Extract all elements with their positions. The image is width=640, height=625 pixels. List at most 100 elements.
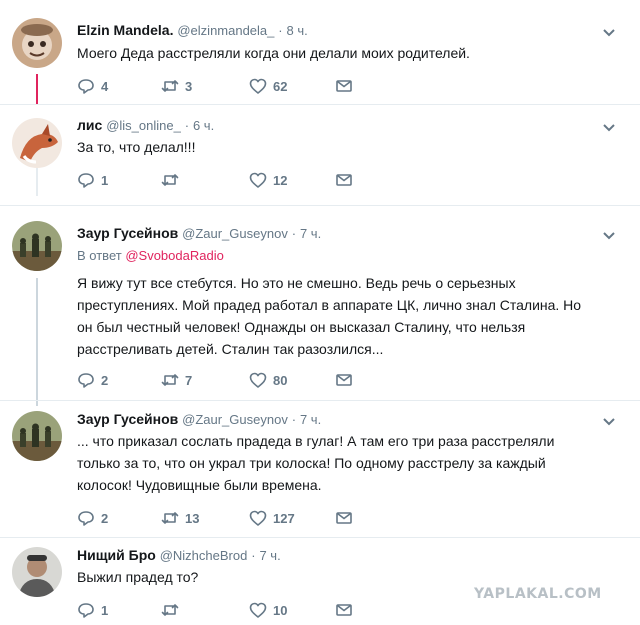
reply-button[interactable]: 1	[77, 601, 108, 619]
tweet-thread: Elzin Mandela. @elzinmandela_ · 8 ч. Мое…	[0, 0, 640, 625]
display-name[interactable]: лис	[77, 117, 102, 133]
retweet-count: 7	[185, 372, 193, 388]
like-count: 80	[273, 372, 288, 388]
reply-button[interactable]: 4	[77, 77, 108, 95]
user-handle[interactable]: @elzinmandela_	[177, 23, 274, 38]
avatar[interactable]	[12, 221, 62, 271]
like-button[interactable]: 127	[249, 509, 295, 527]
retweet-icon	[161, 174, 179, 186]
like-button[interactable]: 12	[249, 171, 287, 189]
display-name[interactable]: Заур Гусейнов	[77, 225, 178, 241]
tweet-text-line: колосок! Чудовищные были времена.	[77, 477, 322, 493]
tweet-text: Я вижу тут все стебутся. Но это не смешн…	[77, 272, 617, 360]
like-button[interactable]: 80	[249, 371, 287, 389]
timestamp[interactable]: 6 ч.	[193, 118, 214, 133]
reply-context: В ответ @SvobodaRadio	[77, 248, 224, 263]
tweet[interactable]: лис @lis_online_ · 6 ч. За то, что делал…	[0, 104, 640, 200]
retweet-count: 13	[185, 510, 200, 526]
tweet-header: Заур Гусейнов @Zaur_Guseynov · 7 ч.	[77, 411, 321, 427]
retweet-icon	[161, 374, 179, 386]
timestamp[interactable]: 7 ч.	[300, 226, 321, 241]
direct-message-icon	[336, 604, 352, 616]
reply-count: 2	[101, 372, 109, 388]
retweet-button[interactable]: 7	[161, 371, 192, 389]
user-handle[interactable]: @Zaur_Guseynov	[182, 226, 288, 241]
tweet-text-line: За то, что делал!!!	[77, 139, 196, 155]
chevron-down-icon[interactable]	[602, 121, 616, 135]
avatar[interactable]	[12, 411, 62, 461]
tweet[interactable]: Заур Гусейнов @Zaur_Guseynov · 7 ч. ... …	[0, 400, 640, 535]
tweet[interactable]: Нищий Бро @NizhcheBrod · 7 ч. Выжил прад…	[0, 537, 640, 625]
direct-message-icon	[336, 174, 352, 186]
like-count: 127	[273, 510, 295, 526]
like-count: 12	[273, 172, 288, 188]
tweet-text-line: расстреливать детей. Сталин так разозлил…	[77, 341, 384, 357]
timestamp[interactable]: 7 ч.	[300, 412, 321, 427]
tweet[interactable]: Elzin Mandela. @elzinmandela_ · 8 ч. Мое…	[0, 0, 640, 104]
display-name[interactable]: Elzin Mandela.	[77, 22, 173, 38]
direct-message-icon	[336, 512, 352, 524]
tweet-text-line: преступлениях. Мой прадед работал в аппа…	[77, 297, 582, 313]
user-handle[interactable]: @lis_online_	[106, 118, 181, 133]
like-count: 10	[273, 602, 288, 618]
retweet-button[interactable]: 13	[161, 509, 199, 527]
like-icon	[249, 78, 267, 94]
timestamp[interactable]: 7 ч.	[259, 548, 280, 563]
reply-mention-link[interactable]: @SvobodaRadio	[125, 248, 223, 263]
direct-message-button[interactable]	[335, 171, 353, 189]
chevron-down-icon[interactable]	[602, 415, 616, 429]
site-watermark: YAPLAKAL.COM	[474, 586, 602, 602]
tweet-text-line: Моего Деда расстреляли когда они делали …	[77, 45, 470, 61]
like-button[interactable]: 62	[249, 77, 287, 95]
retweet-button[interactable]: 3	[161, 77, 192, 95]
separator: ·	[291, 226, 297, 241]
like-icon	[249, 510, 267, 526]
avatar[interactable]	[12, 118, 62, 168]
reply-icon	[78, 79, 94, 94]
retweet-icon	[161, 80, 179, 92]
timestamp[interactable]: 8 ч.	[287, 23, 308, 38]
direct-message-button[interactable]	[335, 601, 353, 619]
direct-message-icon	[336, 80, 352, 92]
tweet-header: лис @lis_online_ · 6 ч.	[77, 117, 214, 133]
reply-button[interactable]: 1	[77, 171, 108, 189]
tweet[interactable]: Заур Гусейнов @Zaur_Guseynov · 7 ч. В от…	[0, 205, 640, 400]
separator: ·	[291, 412, 297, 427]
retweet-button[interactable]	[161, 601, 185, 619]
reply-button[interactable]: 2	[77, 509, 108, 527]
tweet-text: Моего Деда расстреляли когда они делали …	[77, 42, 617, 64]
avatar[interactable]	[12, 547, 62, 597]
tweet-text: ... что приказал сослать прадеда в гулаг…	[77, 430, 617, 496]
tweet-text-line: ... что приказал сослать прадеда в гулаг…	[77, 433, 555, 449]
chevron-down-icon[interactable]	[602, 26, 616, 40]
direct-message-button[interactable]	[335, 77, 353, 95]
reply-button[interactable]: 2	[77, 371, 108, 389]
reply-count: 4	[101, 78, 109, 94]
retweet-count: 3	[185, 78, 193, 94]
tweet-text: За то, что делал!!!	[77, 136, 617, 158]
avatar[interactable]	[12, 18, 62, 68]
display-name[interactable]: Заур Гусейнов	[77, 411, 178, 427]
tweet-text: Выжил прадед то?	[77, 566, 617, 588]
separator: ·	[251, 548, 256, 563]
like-button[interactable]: 10	[249, 601, 287, 619]
reply-icon	[78, 511, 94, 526]
tweet-header: Elzin Mandela. @elzinmandela_ · 8 ч.	[77, 22, 308, 38]
direct-message-button[interactable]	[335, 371, 353, 389]
chevron-down-icon[interactable]	[602, 229, 616, 243]
retweet-button[interactable]	[161, 171, 185, 189]
tweet-text-line: Я вижу тут все стебутся. Но это не смешн…	[77, 275, 516, 291]
like-count: 62	[273, 78, 288, 94]
user-handle[interactable]: @NizhcheBrod	[160, 548, 248, 563]
direct-message-button[interactable]	[335, 509, 353, 527]
separator: ·	[184, 118, 190, 133]
tweet-header: Нищий Бро @NizhcheBrod · 7 ч.	[77, 547, 281, 563]
reply-count: 1	[101, 602, 109, 618]
user-handle[interactable]: @Zaur_Guseynov	[182, 412, 288, 427]
reply-icon	[78, 173, 94, 188]
display-name[interactable]: Нищий Бро	[77, 547, 156, 563]
reply-icon	[78, 603, 94, 618]
tweet-text-line: только за то, что он украл три колоска! …	[77, 455, 546, 471]
retweet-icon	[161, 604, 179, 616]
tweet-header: Заур Гусейнов @Zaur_Guseynov · 7 ч.	[77, 225, 321, 241]
